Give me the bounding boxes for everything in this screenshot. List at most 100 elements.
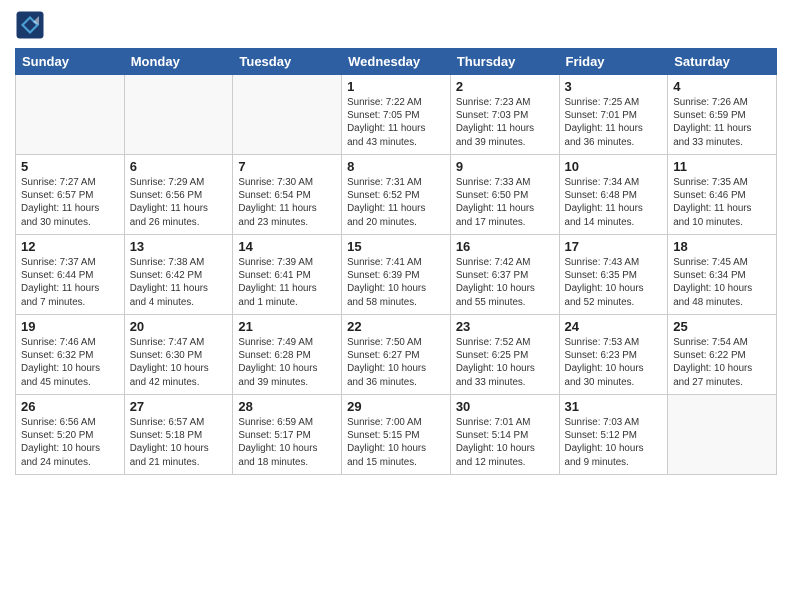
logo — [15, 10, 47, 40]
day-info: Sunrise: 7:49 AM Sunset: 6:28 PM Dayligh… — [238, 336, 336, 389]
day-info: Sunrise: 7:23 AM Sunset: 7:03 PM Dayligh… — [456, 96, 554, 149]
calendar-cell: 30 Sunrise: 7:01 AM Sunset: 5:14 PM Dayli… — [450, 395, 559, 475]
calendar-cell: 9 Sunrise: 7:33 AM Sunset: 6:50 PM Daylig… — [450, 155, 559, 235]
calendar-cell: 5 Sunrise: 7:27 AM Sunset: 6:57 PM Daylig… — [16, 155, 125, 235]
calendar-cell: 10Sunrise: 7:34 AM Sunset: 6:48 PM Dayli… — [559, 155, 668, 235]
calendar-cell: 22Sunrise: 7:50 AM Sunset: 6:27 PM Dayli… — [342, 315, 451, 395]
day-info: Sunrise: 7:42 AM Sunset: 6:37 PM Dayligh… — [456, 256, 554, 309]
day-info: Sunrise: 7:00 AM Sunset: 5:15 PM Dayligh… — [347, 416, 445, 469]
day-info: Sunrise: 7:30 AM Sunset: 6:54 PM Dayligh… — [238, 176, 336, 229]
header-row: SundayMondayTuesdayWednesdayThursdayFrid… — [16, 49, 777, 75]
calendar-cell: 7 Sunrise: 7:30 AM Sunset: 6:54 PM Daylig… — [233, 155, 342, 235]
calendar-cell — [124, 75, 233, 155]
page: SundayMondayTuesdayWednesdayThursdayFrid… — [0, 0, 792, 612]
day-info: Sunrise: 7:37 AM Sunset: 6:44 PM Dayligh… — [21, 256, 119, 309]
day-info: Sunrise: 7:03 AM Sunset: 5:12 PM Dayligh… — [565, 416, 663, 469]
day-info: Sunrise: 7:26 AM Sunset: 6:59 PM Dayligh… — [673, 96, 771, 149]
day-info: Sunrise: 7:45 AM Sunset: 6:34 PM Dayligh… — [673, 256, 771, 309]
week-row-2: 12 Sunrise: 7:37 AM Sunset: 6:44 PM Dayli… — [16, 235, 777, 315]
calendar-cell: 31 Sunrise: 7:03 AM Sunset: 5:12 PM Dayli… — [559, 395, 668, 475]
day-header-thursday: Thursday — [450, 49, 559, 75]
calendar-cell: 15 Sunrise: 7:41 AM Sunset: 6:39 PM Dayli… — [342, 235, 451, 315]
day-header-sunday: Sunday — [16, 49, 125, 75]
day-header-tuesday: Tuesday — [233, 49, 342, 75]
day-info: Sunrise: 7:35 AM Sunset: 6:46 PM Dayligh… — [673, 176, 771, 229]
day-number: 26 — [21, 399, 119, 414]
calendar-cell: 6Sunrise: 7:29 AM Sunset: 6:56 PM Daylig… — [124, 155, 233, 235]
calendar-cell: 27Sunrise: 6:57 AM Sunset: 5:18 PM Dayli… — [124, 395, 233, 475]
calendar-cell: 26 Sunrise: 6:56 AM Sunset: 5:20 PM Dayli… — [16, 395, 125, 475]
day-info: Sunrise: 7:54 AM Sunset: 6:22 PM Dayligh… — [673, 336, 771, 389]
calendar-cell — [16, 75, 125, 155]
day-info: Sunrise: 7:50 AM Sunset: 6:27 PM Dayligh… — [347, 336, 445, 389]
day-info: Sunrise: 7:46 AM Sunset: 6:32 PM Dayligh… — [21, 336, 119, 389]
calendar-cell: 12 Sunrise: 7:37 AM Sunset: 6:44 PM Dayli… — [16, 235, 125, 315]
day-number: 12 — [21, 239, 119, 254]
logo-icon — [15, 10, 45, 40]
day-number: 11 — [673, 159, 771, 174]
day-number: 14 — [238, 239, 336, 254]
week-row-4: 26 Sunrise: 6:56 AM Sunset: 5:20 PM Dayli… — [16, 395, 777, 475]
day-number: 19 — [21, 319, 119, 334]
day-number: 6 — [130, 159, 228, 174]
day-info: Sunrise: 7:27 AM Sunset: 6:57 PM Dayligh… — [21, 176, 119, 229]
day-header-wednesday: Wednesday — [342, 49, 451, 75]
calendar-cell: 18 Sunrise: 7:45 AM Sunset: 6:34 PM Dayli… — [668, 235, 777, 315]
day-number: 7 — [238, 159, 336, 174]
day-number: 30 — [456, 399, 554, 414]
calendar-cell: 3Sunrise: 7:25 AM Sunset: 7:01 PM Daylig… — [559, 75, 668, 155]
calendar-cell: 29 Sunrise: 7:00 AM Sunset: 5:15 PM Dayli… — [342, 395, 451, 475]
day-info: Sunrise: 6:57 AM Sunset: 5:18 PM Dayligh… — [130, 416, 228, 469]
day-info: Sunrise: 7:31 AM Sunset: 6:52 PM Dayligh… — [347, 176, 445, 229]
day-number: 23 — [456, 319, 554, 334]
day-number: 5 — [21, 159, 119, 174]
day-info: Sunrise: 7:39 AM Sunset: 6:41 PM Dayligh… — [238, 256, 336, 309]
day-number: 25 — [673, 319, 771, 334]
day-number: 29 — [347, 399, 445, 414]
day-header-monday: Monday — [124, 49, 233, 75]
day-number: 31 — [565, 399, 663, 414]
calendar-cell: 20 Sunrise: 7:47 AM Sunset: 6:30 PM Dayli… — [124, 315, 233, 395]
calendar-cell — [233, 75, 342, 155]
day-number: 20 — [130, 319, 228, 334]
day-number: 2 — [456, 79, 554, 94]
day-info: Sunrise: 6:59 AM Sunset: 5:17 PM Dayligh… — [238, 416, 336, 469]
calendar-cell: 24Sunrise: 7:53 AM Sunset: 6:23 PM Dayli… — [559, 315, 668, 395]
calendar-cell: 1 Sunrise: 7:22 AM Sunset: 7:05 PM Daylig… — [342, 75, 451, 155]
calendar-cell: 21 Sunrise: 7:49 AM Sunset: 6:28 PM Dayli… — [233, 315, 342, 395]
calendar-cell: 4Sunrise: 7:26 AM Sunset: 6:59 PM Daylig… — [668, 75, 777, 155]
calendar-cell — [668, 395, 777, 475]
header — [15, 10, 777, 40]
calendar-cell: 17 Sunrise: 7:43 AM Sunset: 6:35 PM Dayli… — [559, 235, 668, 315]
calendar-cell: 8Sunrise: 7:31 AM Sunset: 6:52 PM Daylig… — [342, 155, 451, 235]
day-info: Sunrise: 6:56 AM Sunset: 5:20 PM Dayligh… — [21, 416, 119, 469]
calendar-cell: 25 Sunrise: 7:54 AM Sunset: 6:22 PM Dayli… — [668, 315, 777, 395]
day-number: 21 — [238, 319, 336, 334]
day-info: Sunrise: 7:01 AM Sunset: 5:14 PM Dayligh… — [456, 416, 554, 469]
day-number: 15 — [347, 239, 445, 254]
day-header-friday: Friday — [559, 49, 668, 75]
day-info: Sunrise: 7:41 AM Sunset: 6:39 PM Dayligh… — [347, 256, 445, 309]
day-number: 13 — [130, 239, 228, 254]
day-number: 17 — [565, 239, 663, 254]
day-number: 28 — [238, 399, 336, 414]
week-row-0: 1 Sunrise: 7:22 AM Sunset: 7:05 PM Daylig… — [16, 75, 777, 155]
calendar: SundayMondayTuesdayWednesdayThursdayFrid… — [15, 48, 777, 475]
day-number: 16 — [456, 239, 554, 254]
calendar-cell: 2 Sunrise: 7:23 AM Sunset: 7:03 PM Daylig… — [450, 75, 559, 155]
day-info: Sunrise: 7:47 AM Sunset: 6:30 PM Dayligh… — [130, 336, 228, 389]
calendar-cell: 28 Sunrise: 6:59 AM Sunset: 5:17 PM Dayli… — [233, 395, 342, 475]
day-number: 18 — [673, 239, 771, 254]
day-number: 24 — [565, 319, 663, 334]
day-info: Sunrise: 7:34 AM Sunset: 6:48 PM Dayligh… — [565, 176, 663, 229]
day-number: 9 — [456, 159, 554, 174]
day-info: Sunrise: 7:43 AM Sunset: 6:35 PM Dayligh… — [565, 256, 663, 309]
day-info: Sunrise: 7:33 AM Sunset: 6:50 PM Dayligh… — [456, 176, 554, 229]
day-number: 1 — [347, 79, 445, 94]
day-info: Sunrise: 7:22 AM Sunset: 7:05 PM Dayligh… — [347, 96, 445, 149]
calendar-cell: 11 Sunrise: 7:35 AM Sunset: 6:46 PM Dayli… — [668, 155, 777, 235]
day-info: Sunrise: 7:25 AM Sunset: 7:01 PM Dayligh… — [565, 96, 663, 149]
day-header-saturday: Saturday — [668, 49, 777, 75]
calendar-cell: 23Sunrise: 7:52 AM Sunset: 6:25 PM Dayli… — [450, 315, 559, 395]
calendar-cell: 14 Sunrise: 7:39 AM Sunset: 6:41 PM Dayli… — [233, 235, 342, 315]
